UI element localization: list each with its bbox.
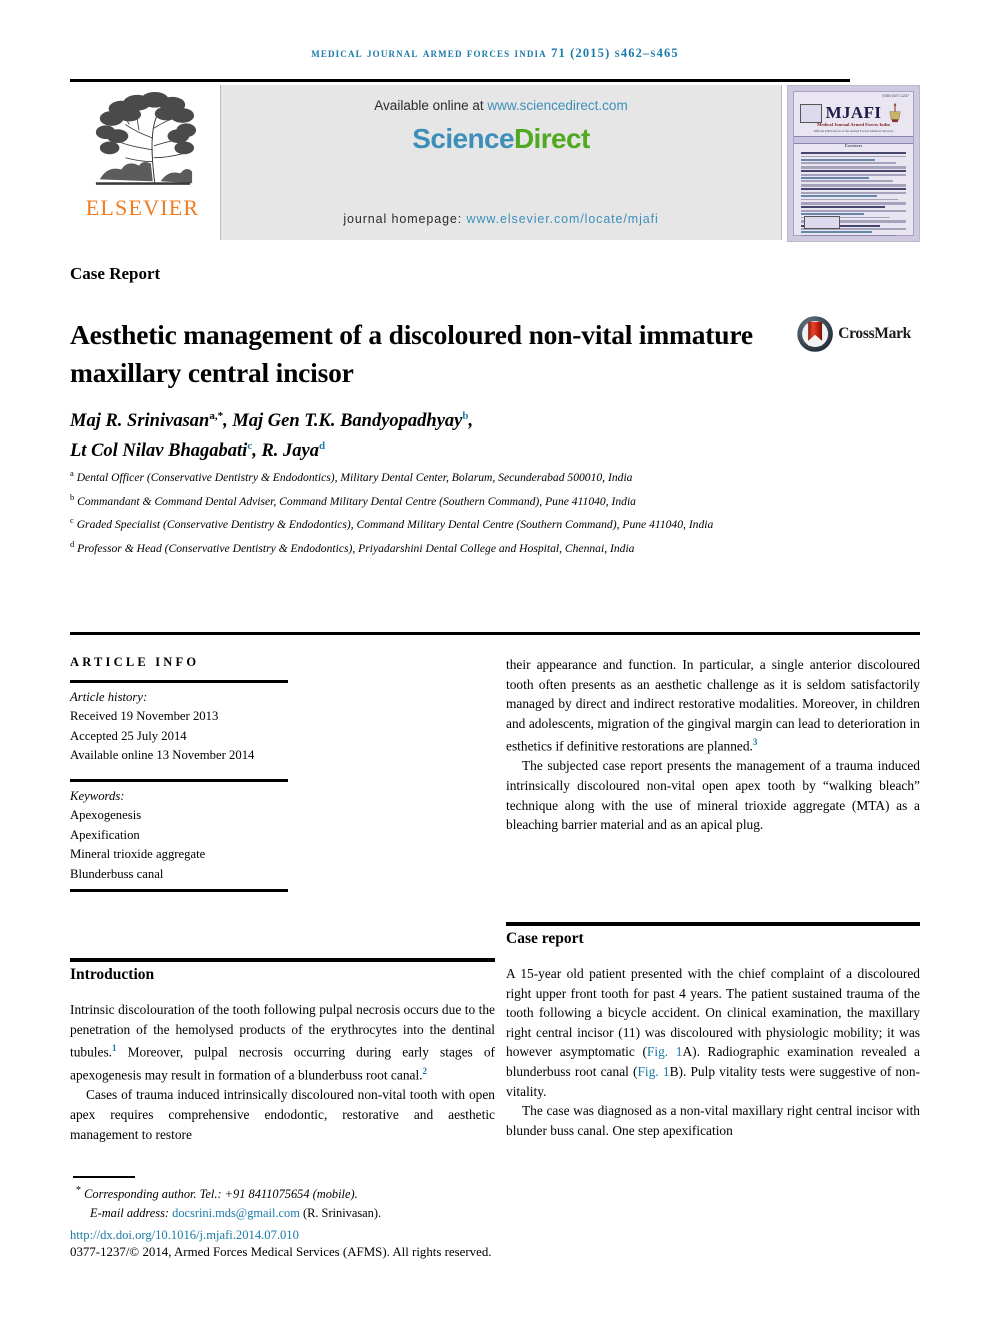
keywords-label: Keywords: — [70, 789, 125, 803]
affiliation-text: Graded Specialist (Conservative Dentistr… — [76, 518, 714, 532]
introduction-body: Intrinsic discolouration of the tooth fo… — [70, 1000, 495, 1144]
header-rule — [70, 79, 850, 82]
author-4: , R. Jaya — [252, 441, 320, 462]
article-info-divider — [70, 632, 920, 635]
keyword-item: Blunderbuss canal — [70, 866, 164, 881]
figure-1b-link[interactable]: Fig. 1 — [637, 1064, 669, 1079]
intro-p1-b: Moreover, pulpal necrosis occurring duri… — [70, 1044, 495, 1083]
cover-subtitle2: Official Publication of the Armed Forces… — [813, 129, 894, 133]
sciencedirect-link[interactable]: www.sciencedirect.com — [487, 98, 627, 113]
running-head: Medical Journal Armed Forces India 71 (2… — [311, 46, 679, 60]
abstract-continuation: their appearance and function. In partic… — [506, 655, 920, 835]
article-info-rule-2 — [70, 779, 288, 782]
email-label: E-mail address: — [90, 1205, 173, 1220]
affiliation-item: a Dental Officer (Conservative Dentistry… — [70, 464, 870, 488]
crossmark-badge[interactable]: CrossMark — [796, 310, 911, 358]
affiliation-text: Commandant & Command Dental Adviser, Com… — [77, 494, 636, 508]
email-line: E-mail address: docsrini.mds@gmail.com (… — [70, 1204, 590, 1223]
cover-footer-box — [804, 216, 840, 229]
author-2: , Maj Gen T.K. Bandyopadhyay — [223, 411, 463, 432]
article-type: Case Report — [70, 264, 161, 283]
homepage-prefix: journal homepage: — [343, 212, 467, 226]
case-report-body: A 15-year old patient presented with the… — [506, 964, 920, 1140]
sciencedirect-logo: ScienceDirect — [221, 123, 781, 155]
cover-inner: ISSN 0377-1237 MJAFI Medical Journal Arm… — [793, 91, 914, 237]
case-report-paragraph-1: A 15-year old patient presented with the… — [506, 964, 920, 1101]
cover-contents-label: Contents — [844, 143, 863, 148]
case-report-rule — [506, 922, 920, 926]
introduction-rule — [70, 958, 495, 962]
affiliation-text: Professor & Head (Conservative Dentistry… — [77, 541, 635, 555]
affiliation-item: d Professor & Head (Conservative Dentist… — [70, 535, 870, 559]
article-history-label: Article history: — [70, 690, 148, 704]
article-available-online: Available online 13 November 2014 — [70, 748, 255, 763]
author-4-sup: d — [319, 440, 326, 453]
copyright-text: 0377-1237/© 2014, Armed Forces Medical S… — [70, 1245, 492, 1259]
elsevier-logo: ELSEVIER — [70, 85, 215, 240]
corresponding-author-text: Corresponding author. Tel.: +91 84110756… — [84, 1187, 358, 1202]
affiliation-item: b Commandant & Command Dental Adviser, C… — [70, 488, 870, 512]
affiliation-item: c Graded Specialist (Conservative Dentis… — [70, 511, 870, 535]
figure-1a-link[interactable]: Fig. 1 — [647, 1044, 683, 1059]
sciencedirect-logo-direct: Direct — [513, 123, 590, 154]
article-info-heading: ARTICLE INFO — [70, 655, 200, 669]
footnote-block: * Corresponding author. Tel.: +91 841107… — [70, 1182, 590, 1222]
article-accepted: Accepted 25 July 2014 — [70, 728, 187, 743]
article-info-rule-1 — [70, 680, 288, 683]
keyword-item: Apexification — [70, 827, 140, 842]
corresponding-author-line: * Corresponding author. Tel.: +91 841107… — [70, 1182, 590, 1204]
article-page: Medical Journal Armed Forces India 71 (2… — [0, 0, 992, 1323]
affiliation-marker: b — [70, 491, 75, 502]
journal-cover-thumbnail[interactable]: ISSN 0377-1237 MJAFI Medical Journal Arm… — [787, 85, 920, 242]
abstract-ref-3[interactable]: 3 — [753, 737, 758, 747]
abstract-paragraph-1: their appearance and function. In partic… — [506, 655, 920, 756]
keyword-item: Mineral trioxide aggregate — [70, 847, 206, 862]
author-3: Lt Col Nilav Bhagabati — [70, 441, 248, 462]
affiliation-marker: a — [70, 468, 74, 478]
cover-title: MJAFI — [825, 103, 882, 122]
abstract-paragraph-2: The subjected case report presents the m… — [506, 758, 920, 833]
introduction-paragraph-1: Intrinsic discolouration of the tooth fo… — [70, 1000, 495, 1085]
keyword-item: Apexogenesis — [70, 808, 142, 823]
elsevier-tree-icon — [95, 91, 196, 185]
article-info-rule-3 — [70, 889, 288, 892]
page-title: Aesthetic management of a discoloured no… — [70, 319, 753, 389]
cover-issn: ISSN 0377-1237 — [882, 94, 909, 98]
affiliation-marker: c — [70, 515, 74, 526]
article-received: Received 19 November 2013 — [70, 709, 219, 724]
case-report-paragraph-2: The case was diagnosed as a non-vital ma… — [506, 1103, 920, 1138]
affiliation-marker: d — [70, 538, 75, 549]
affiliation-text: Dental Officer (Conservative Dentistry &… — [76, 470, 633, 484]
asterisk-marker: * — [76, 1185, 81, 1196]
abstract-p1-text: their appearance and function. In partic… — [506, 657, 920, 754]
journal-homepage-text: journal homepage: www.elsevier.com/locat… — [221, 212, 781, 226]
email-link[interactable]: docsrini.mds@gmail.com — [172, 1206, 300, 1220]
email-owner: (R. Srinivasan). — [299, 1205, 382, 1220]
journal-homepage-link[interactable]: www.elsevier.com/locate/mjafi — [467, 212, 659, 226]
sciencedirect-panel: Available online at www.sciencedirect.co… — [220, 85, 782, 240]
crossmark-icon — [797, 316, 833, 352]
footnote-rule — [73, 1176, 135, 1178]
keywords-block: Keywords: Apexogenesis Apexification Min… — [70, 787, 310, 884]
author-list: Maj R. Srinivasana,*, Maj Gen T.K. Bandy… — [70, 404, 770, 464]
cover-subtitle: Medical Journal Armed Forces India — [817, 122, 890, 127]
available-online-text: Available online at www.sciencedirect.co… — [221, 98, 781, 113]
crossmark-label: CrossMark — [838, 325, 911, 342]
affiliation-list: a Dental Officer (Conservative Dentistry… — [70, 464, 870, 559]
available-prefix: Available online at — [374, 98, 488, 113]
elsevier-wordmark: ELSEVIER — [85, 195, 200, 220]
journal-masthead: ELSEVIER Available online at www.science… — [70, 85, 920, 242]
author-sep: , — [468, 411, 474, 432]
introduction-heading: Introduction — [70, 966, 155, 983]
intro-ref-2[interactable]: 2 — [423, 1066, 428, 1076]
article-history-block: Article history: Received 19 November 20… — [70, 688, 310, 766]
author-1: Maj R. Srinivasan — [70, 411, 210, 432]
doi-link[interactable]: http://dx.doi.org/10.1016/j.mjafi.2014.0… — [70, 1228, 299, 1243]
author-1-sup: a,* — [209, 410, 224, 422]
case-report-heading: Case report — [506, 930, 584, 947]
introduction-paragraph-2: Cases of trauma induced intrinsically di… — [70, 1087, 495, 1142]
sciencedirect-logo-science: Science — [412, 123, 514, 154]
